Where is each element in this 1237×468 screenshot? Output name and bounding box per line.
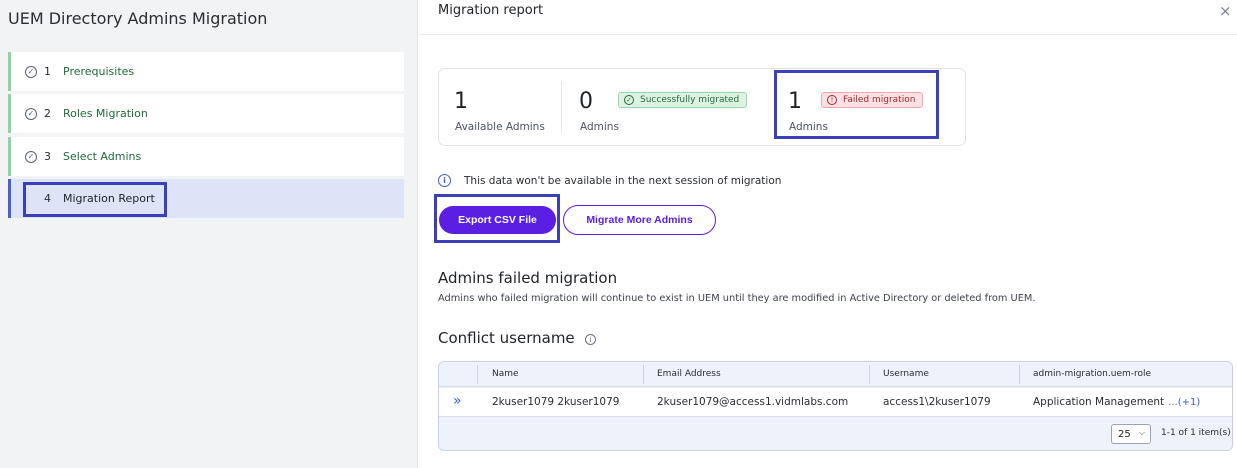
- cell-email: 2kuser1079@access1.vidmlabs.com: [657, 396, 849, 408]
- conflict-table: Name Email Address Username admin-migrat…: [438, 361, 1233, 451]
- section-description: Admins who failed migration will continu…: [438, 293, 1036, 304]
- cell-name: 2kuser1079 2kuser1079: [492, 396, 620, 408]
- wizard-sidebar: UEM Directory Admins Migration ✓ 1 Prere…: [0, 0, 418, 468]
- cell-role: Application Management ...(+1): [1033, 396, 1200, 408]
- check-circle-icon: ✓: [25, 150, 37, 163]
- highlight-box: [23, 182, 167, 217]
- divider: [643, 365, 644, 384]
- check-circle-icon: ✓: [25, 65, 37, 78]
- page-size-select[interactable]: 25 ⌵: [1111, 424, 1151, 444]
- step-label: Select Admins: [63, 150, 142, 163]
- export-csv-button[interactable]: Export CSV File: [439, 206, 556, 234]
- divider: [419, 34, 1237, 35]
- page-size-value: 25: [1118, 428, 1131, 440]
- cell-username: access1\2kuser1079: [883, 396, 991, 408]
- step-label: Roles Migration: [63, 107, 148, 120]
- step-number: 2: [44, 107, 51, 120]
- close-icon[interactable]: ×: [1219, 2, 1232, 20]
- info-icon: i: [438, 174, 451, 187]
- info-icon[interactable]: i: [585, 334, 596, 345]
- pagination-summary: 1-1 of 1 item(s): [1161, 428, 1231, 438]
- step-select-admins[interactable]: ✓ 3 Select Admins: [8, 137, 404, 176]
- column-header-email[interactable]: Email Address: [657, 369, 721, 379]
- step-number: 3: [44, 150, 51, 163]
- section-title: Admins failed migration: [438, 269, 618, 287]
- success-badge-text: Successfully migrated: [640, 95, 740, 105]
- role-text: Application Management: [1033, 396, 1165, 408]
- divider: [561, 81, 562, 133]
- highlight-box: [774, 70, 939, 139]
- table-footer: 25 ⌵ 1-1 of 1 item(s): [439, 418, 1232, 450]
- column-header-role[interactable]: admin-migration.uem-role: [1033, 369, 1151, 379]
- table-row[interactable]: » 2kuser1079 2kuser1079 2kuser1079@acces…: [439, 388, 1232, 417]
- migrate-more-button[interactable]: Migrate More Admins: [563, 205, 716, 235]
- success-count: 0: [579, 89, 593, 114]
- expand-row-icon[interactable]: »: [453, 393, 462, 409]
- column-header-username[interactable]: Username: [883, 369, 929, 379]
- step-number: 1: [44, 65, 51, 78]
- chevron-down-icon: ⌵: [1138, 428, 1145, 437]
- available-label: Available Admins: [455, 121, 545, 133]
- page-title: Migration report: [438, 3, 544, 18]
- more-roles-link[interactable]: ...(+1): [1168, 397, 1200, 408]
- divider: [1019, 365, 1020, 384]
- available-count: 1: [454, 89, 468, 114]
- divider: [477, 365, 478, 384]
- wizard-title: UEM Directory Admins Migration: [8, 9, 268, 28]
- check-circle-icon: ✓: [25, 107, 37, 120]
- column-header-name[interactable]: Name: [492, 369, 519, 379]
- conflict-title: Conflict username: [438, 329, 575, 347]
- check-circle-icon: ✓: [624, 95, 634, 105]
- divider: [869, 365, 870, 384]
- step-label: Prerequisites: [63, 65, 135, 78]
- step-roles-migration[interactable]: ✓ 2 Roles Migration: [8, 94, 404, 133]
- step-prerequisites[interactable]: ✓ 1 Prerequisites: [8, 52, 404, 91]
- session-notice: This data won't be available in the next…: [464, 175, 782, 187]
- success-badge: ✓ Successfully migrated: [618, 92, 748, 108]
- table-header: Name Email Address Username admin-migrat…: [439, 362, 1232, 387]
- success-label: Admins: [580, 121, 619, 133]
